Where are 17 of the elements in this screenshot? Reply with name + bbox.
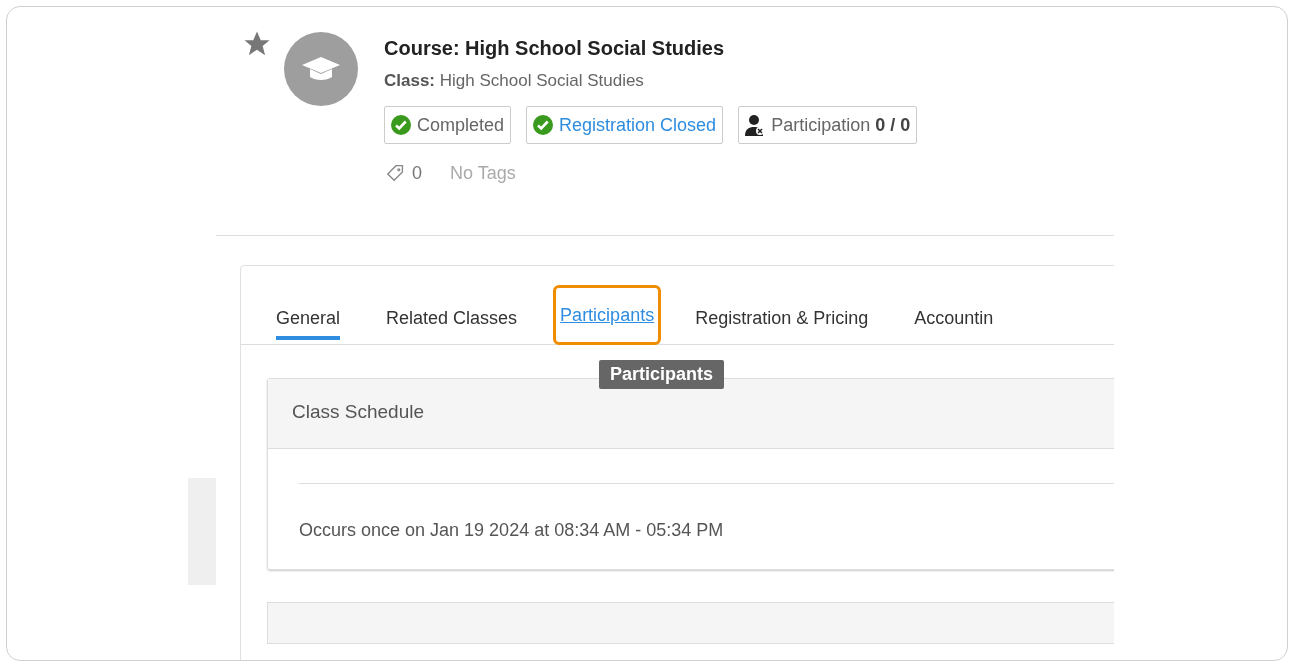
participation-badge: Participation 0 / 0: [738, 106, 918, 144]
tab[interactable]: Related Classes: [384, 266, 520, 344]
no-tags-text: No Tags: [450, 162, 516, 184]
tab[interactable]: Registration & Pricing: [693, 266, 871, 344]
class-name: Class: High School Social Studies: [384, 71, 645, 91]
graduation-cap-avatar-icon: [284, 32, 358, 106]
person-icon: [745, 114, 766, 136]
check-circle-icon: [391, 115, 411, 135]
tag-count: 0: [412, 162, 422, 184]
course-title: Course: High School Social Studies: [384, 37, 726, 60]
status-badge: Registration Closed: [526, 106, 724, 144]
tab[interactable]: General: [274, 266, 343, 344]
tab[interactable]: Participants: [553, 285, 662, 345]
schedule-text: Occurs once on Jan 19 2024 at 08:34 AM - 05:34 PM: [299, 520, 725, 541]
check-circle-icon: [533, 115, 554, 135]
status-badge: Completed: [384, 106, 512, 144]
tab[interactable]: Accountin: [912, 266, 996, 344]
